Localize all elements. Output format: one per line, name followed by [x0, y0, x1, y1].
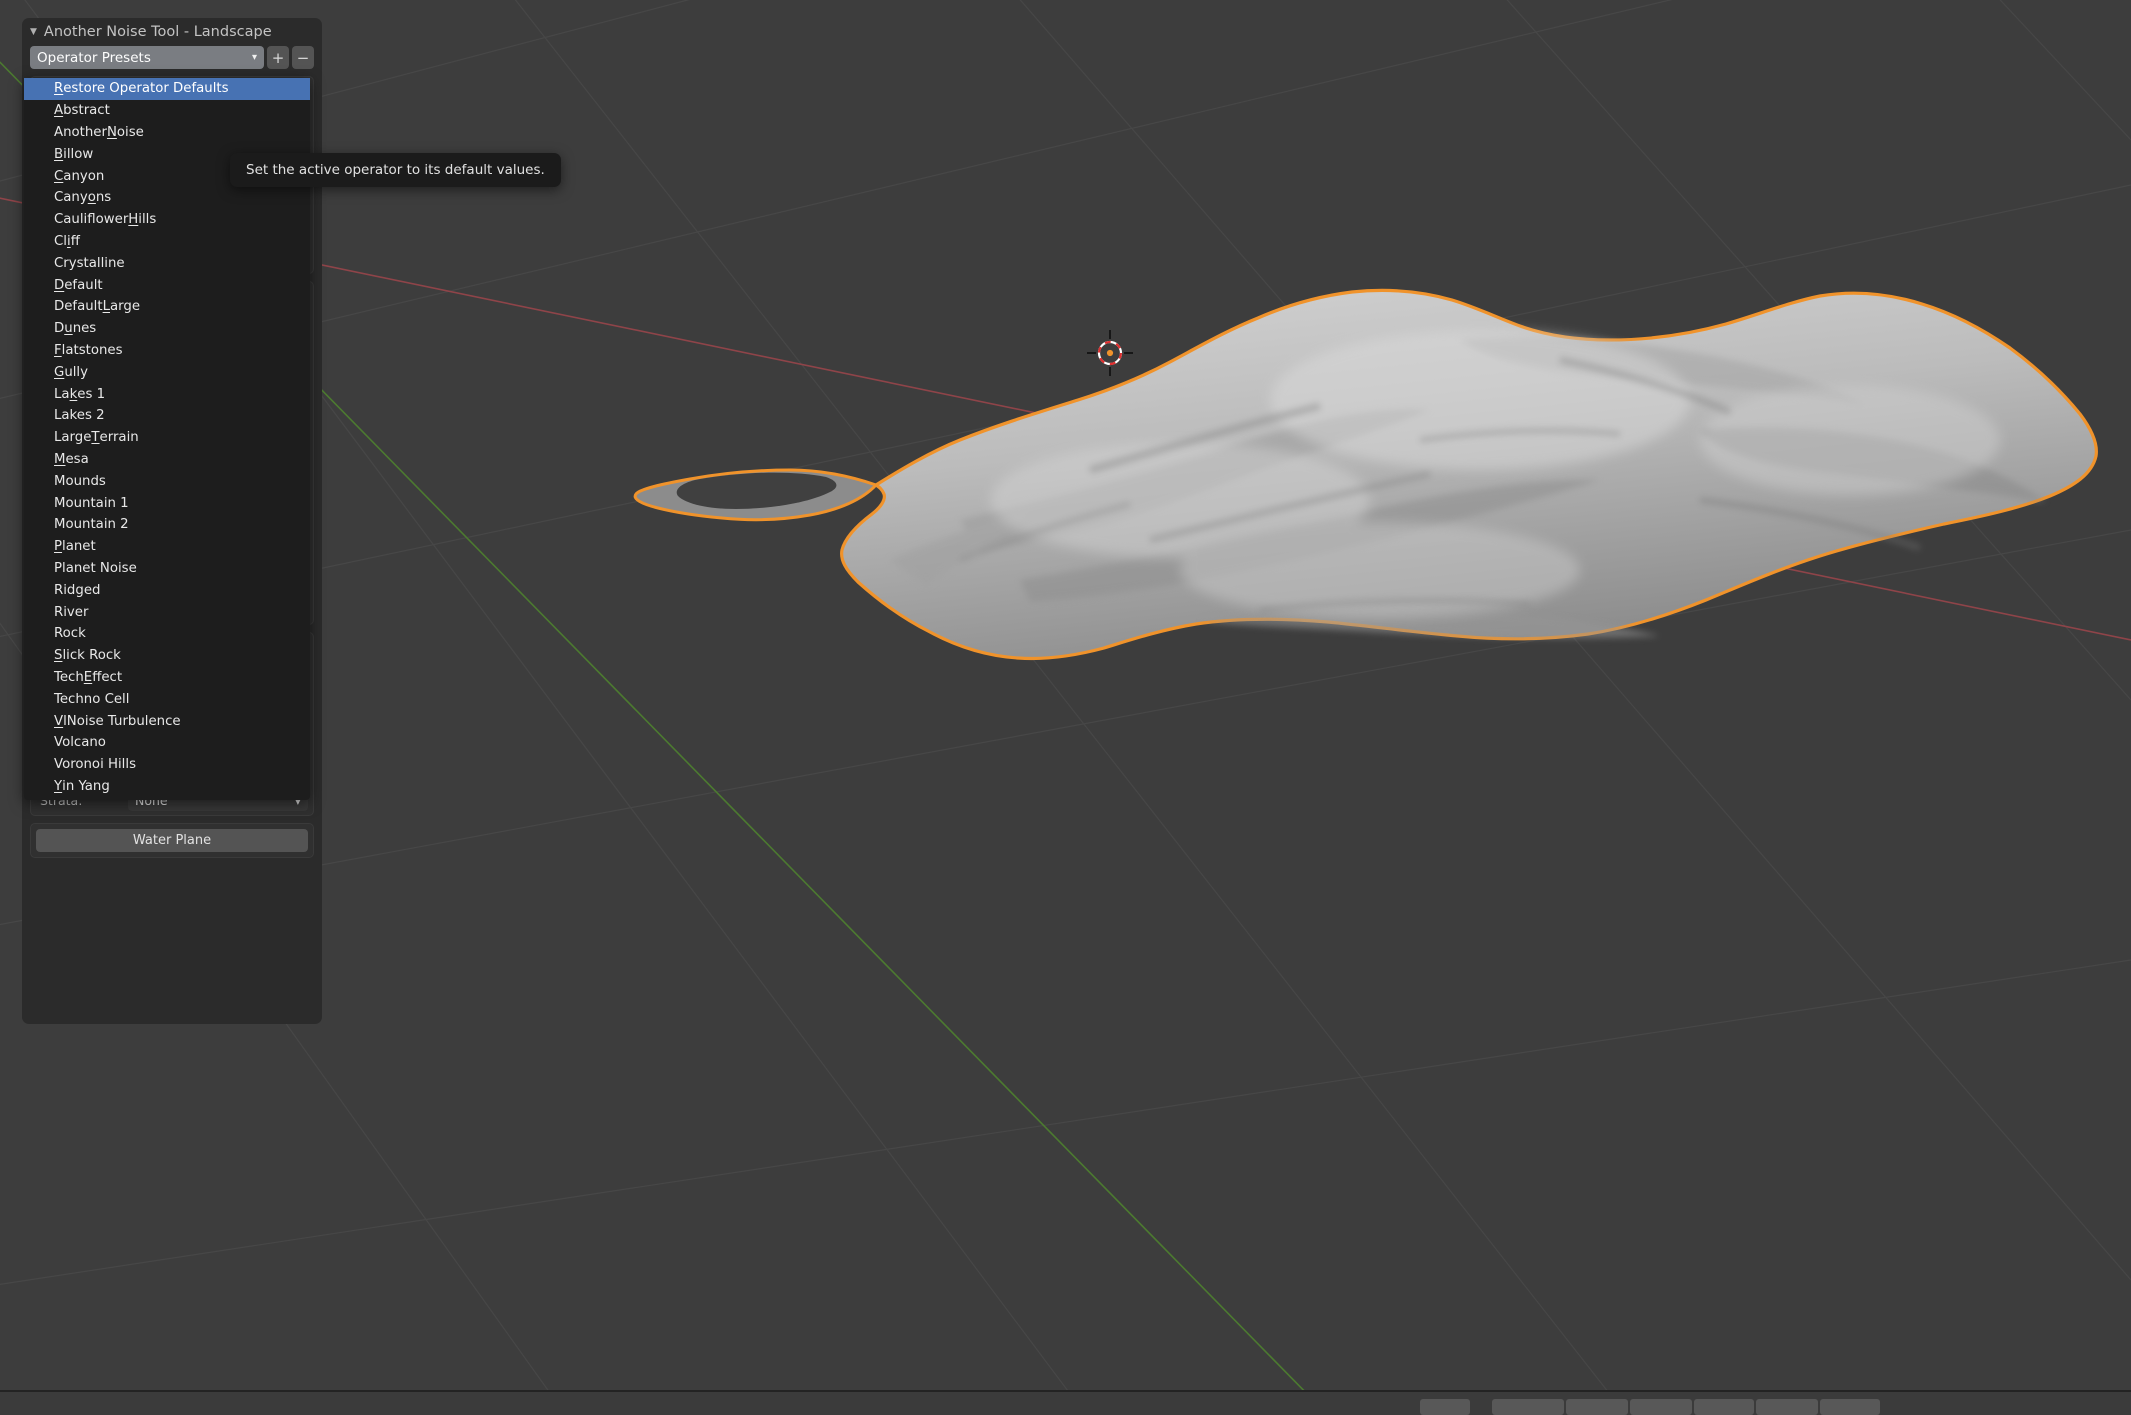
accelerator-char: D: [54, 278, 64, 293]
accelerator-char: L: [103, 299, 110, 314]
status-button-2[interactable]: [1492, 1399, 1564, 1415]
dropdown-item[interactable]: Gully: [24, 361, 310, 383]
dropdown-item[interactable]: Planet Noise: [24, 558, 310, 580]
dropdown-item[interactable]: Planet: [24, 536, 310, 558]
accelerator-char: C: [54, 169, 63, 184]
panel-title: Another Noise Tool - Landscape: [44, 24, 272, 40]
dropdown-item[interactable]: Default Large: [24, 296, 310, 318]
dropdown-item[interactable]: Slick Rock: [24, 645, 310, 667]
chevron-down-icon: ▾: [252, 52, 257, 63]
dropdown-item[interactable]: Cauliflower Hills: [24, 209, 310, 231]
accelerator-char: F: [54, 343, 62, 358]
status-button-6[interactable]: [1756, 1399, 1818, 1415]
panel-header[interactable]: ▼ Another Noise Tool - Landscape: [22, 18, 322, 46]
accelerator-char: E: [84, 670, 92, 685]
accelerator-char: R: [54, 81, 63, 96]
accelerator-char: Y: [54, 779, 62, 794]
dropdown-item[interactable]: Another Noise: [24, 122, 310, 144]
dropdown-item[interactable]: Lakes 2: [24, 405, 310, 427]
status-button-1[interactable]: [1420, 1399, 1470, 1415]
dropdown-item[interactable]: Crystalline: [24, 252, 310, 274]
dropdown-item[interactable]: Tech Effect: [24, 667, 310, 689]
accelerator-char: B: [54, 147, 63, 162]
dropdown-item[interactable]: Volcano: [24, 732, 310, 754]
dropdown-item[interactable]: Flatstones: [24, 340, 310, 362]
accelerator-char: V: [54, 714, 63, 729]
operator-presets-label: Operator Presets: [37, 50, 151, 66]
dropdown-item[interactable]: Techno Cell: [24, 688, 310, 710]
dropdown-item[interactable]: Mountain 1: [24, 492, 310, 514]
status-button-3[interactable]: [1566, 1399, 1628, 1415]
restore-defaults-tooltip: Set the active operator to its default v…: [230, 153, 561, 187]
dropdown-item[interactable]: Rock: [24, 623, 310, 645]
operator-presets-row[interactable]: Operator Presets ▾ + −: [30, 46, 314, 69]
accelerator-char: P: [54, 539, 62, 554]
dropdown-item[interactable]: Restore Operator Defaults: [24, 78, 310, 100]
dropdown-item[interactable]: Lakes 1: [24, 383, 310, 405]
dropdown-item[interactable]: Mounds: [24, 470, 310, 492]
tooltip-text: Set the active operator to its default v…: [246, 162, 545, 178]
accelerator-char: H: [128, 212, 138, 227]
dropdown-item[interactable]: Mountain 2: [24, 514, 310, 536]
dropdown-item[interactable]: Default: [24, 274, 310, 296]
status-button-4[interactable]: [1630, 1399, 1692, 1415]
dropdown-item[interactable]: Large Terrain: [24, 427, 310, 449]
accelerator-char: G: [54, 365, 64, 380]
add-preset-button[interactable]: +: [267, 46, 289, 69]
accelerator-char: i: [67, 234, 71, 249]
status-button-5[interactable]: [1694, 1399, 1754, 1415]
dropdown-item[interactable]: Canyons: [24, 187, 310, 209]
accelerator-char: A: [54, 103, 63, 118]
triangle-down-icon[interactable]: ▼: [30, 27, 37, 37]
remove-preset-button[interactable]: −: [292, 46, 314, 69]
status-bar: [0, 1390, 2131, 1407]
dropdown-item[interactable]: Voronoi Hills: [24, 754, 310, 776]
3d-cursor-icon: [1087, 330, 1133, 376]
status-button-7[interactable]: [1820, 1399, 1880, 1415]
water-plane-button[interactable]: Water Plane: [36, 829, 308, 852]
dropdown-item[interactable]: Mesa: [24, 449, 310, 471]
accelerator-char: S: [54, 648, 62, 663]
accelerator-char: k: [70, 387, 78, 402]
dropdown-item[interactable]: Dunes: [24, 318, 310, 340]
dropdown-item[interactable]: VlNoise Turbulence: [24, 710, 310, 732]
accelerator-char: o: [88, 190, 96, 205]
accelerator-char: T: [91, 430, 99, 445]
dropdown-item[interactable]: Yin Yang: [24, 776, 310, 798]
accelerator-char: M: [54, 452, 65, 467]
water-plane-group: Water Plane: [30, 823, 314, 858]
accelerator-char: N: [107, 125, 117, 140]
dropdown-item[interactable]: Abstract: [24, 100, 310, 122]
accelerator-char: u: [64, 321, 72, 336]
dropdown-item[interactable]: Ridged: [24, 579, 310, 601]
dropdown-item[interactable]: River: [24, 601, 310, 623]
dropdown-item[interactable]: Cliff: [24, 231, 310, 253]
operator-presets-menu[interactable]: Operator Presets ▾: [30, 46, 264, 69]
